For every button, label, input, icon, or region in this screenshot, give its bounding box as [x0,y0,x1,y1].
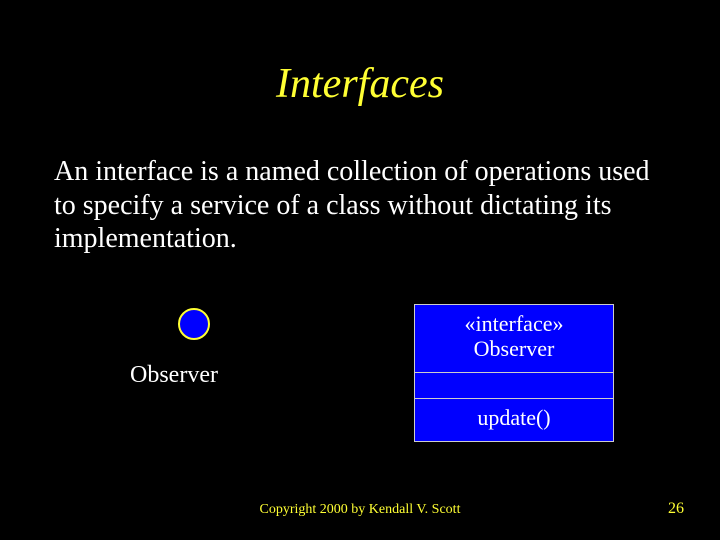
uml-stereotype: «interface» [419,311,609,336]
page-number: 26 [668,500,684,518]
interface-lollipop-icon [178,308,210,340]
slide-body-text: An interface is a named collection of op… [54,155,664,256]
uml-interface-box: «interface» Observer update() [414,304,614,442]
slide-title: Interfaces [0,60,720,108]
slide: Interfaces An interface is a named colle… [0,0,720,540]
uml-header: «interface» Observer [415,305,613,373]
uml-operation: update() [415,399,613,441]
lollipop-label: Observer [130,362,218,389]
uml-name: Observer [419,336,609,361]
uml-attributes-compartment [415,373,613,399]
copyright-footer: Copyright 2000 by Kendall V. Scott [0,502,720,518]
